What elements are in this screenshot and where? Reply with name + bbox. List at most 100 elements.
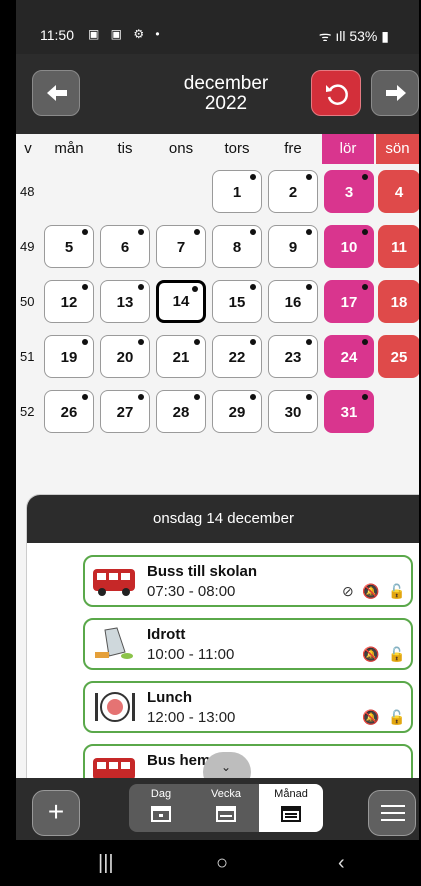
day-cell[interactable]: 15 [212,280,262,323]
day-number: 31 [340,404,358,421]
tab-month[interactable]: Månad [259,784,323,832]
hamburger-menu-icon [381,805,405,821]
week-number: 49 [20,239,35,254]
plus-icon: + [47,796,65,827]
add-event-button[interactable]: + [32,790,80,836]
day-cell[interactable]: 28 [156,390,206,433]
day-cell[interactable]: 17 [324,280,374,323]
event-indicator-dot [362,284,368,290]
day-number: 6 [120,239,130,256]
weekday-sat: lör [322,134,374,164]
day-number: 1 [232,184,242,201]
event-indicator-dot [250,339,256,345]
next-month-button[interactable] [371,70,419,116]
checkmark-icon: ⊘ [342,583,354,599]
day-number: 5 [64,239,74,256]
calendar-week-icon [216,806,236,822]
day-number: 15 [228,294,246,311]
event-indicator-dot [362,174,368,180]
day-cell[interactable]: 4 [378,170,419,213]
reset-to-today-button[interactable] [311,70,361,116]
calendar-month-icon [281,806,301,822]
event-indicator-dot [138,339,144,345]
day-cell[interactable]: 22 [212,335,262,378]
month-header: december 2022 [16,54,419,134]
event-indicator-dot [82,229,88,235]
week-number: 51 [20,349,35,364]
weekday-mon: mån [54,140,84,157]
event-indicator-dot [250,284,256,290]
weekday-wed: ons [168,140,194,157]
alarm-off-icon: 🔕 [362,709,380,725]
week-number: 48 [20,184,35,199]
day-number: 19 [60,349,78,366]
event-indicator-dot [362,394,368,400]
week-number: 52 [20,404,35,419]
day-cell[interactable]: 12 [44,280,94,323]
tab-day[interactable]: Dag [129,784,193,832]
day-cell[interactable]: 3 [324,170,374,213]
day-cell[interactable]: 9 [268,225,318,268]
day-cell[interactable]: 31 [324,390,374,433]
day-cell[interactable]: 26 [44,390,94,433]
event-time: 12:00 - 13:00 [147,709,236,726]
day-cell[interactable]: 7 [156,225,206,268]
day-cell[interactable]: 19 [44,335,94,378]
event-indicator-dot [138,284,144,290]
event-indicator-dot [82,339,88,345]
day-cell[interactable]: 25 [378,335,419,378]
day-number: 26 [60,404,78,421]
day-cell[interactable]: 27 [100,390,150,433]
battery-icon: ▮ [381,28,389,44]
day-cell[interactable]: 23 [268,335,318,378]
day-cell[interactable]: 10 [324,225,374,268]
tab-label: Månad [274,788,308,800]
day-cell[interactable]: 18 [378,280,419,323]
event-title: Buss till skolan [147,563,258,580]
day-cell[interactable]: 20 [100,335,150,378]
event-indicator-dot [82,394,88,400]
day-cell[interactable]: 30 [268,390,318,433]
event-card[interactable]: Idrott 10:00 - 11:00 🔕 🔓 [83,618,413,670]
back-icon[interactable]: ‹ [338,852,345,875]
day-cell[interactable]: 6 [100,225,150,268]
day-cell[interactable]: 29 [212,390,262,433]
event-card[interactable]: Buss till skolan 07:30 - 08:00 ⊘ 🔕 🔓 [83,555,413,607]
day-cell[interactable]: 1 [212,170,262,213]
day-cell[interactable]: 5 [44,225,94,268]
event-card[interactable]: Lunch 12:00 - 13:00 🔕 🔓 [83,681,413,733]
gym-bag-icon [95,627,133,659]
day-number: 27 [116,404,134,421]
event-indicator-dot [194,394,200,400]
day-cell[interactable]: 2 [268,170,318,213]
status-right: ᯤ ıll 53% ▮ [319,27,389,46]
home-icon[interactable]: ○ [216,852,228,875]
android-nav-bar: ||| ○ ‹ [16,840,419,886]
event-indicator-dot [138,229,144,235]
day-number: 2 [288,184,298,201]
event-indicator-dot [194,229,200,235]
day-number: 21 [172,349,190,366]
day-number: 20 [116,349,134,366]
day-cell[interactable]: 16 [268,280,318,323]
menu-button[interactable] [368,790,416,836]
day-panel: onsdag 14 december Buss till skolan 07:3… [26,494,419,796]
tab-week[interactable]: Vecka [194,784,258,832]
day-cell-today[interactable]: 14 [156,280,206,323]
day-cell[interactable]: 24 [324,335,374,378]
day-cell[interactable]: 8 [212,225,262,268]
event-indicator-dot [250,394,256,400]
day-number: 17 [340,294,358,311]
day-panel-title: onsdag 14 december [27,495,419,543]
day-number: 24 [340,349,358,366]
day-cell[interactable]: 11 [378,225,419,268]
day-cell[interactable]: 13 [100,280,150,323]
recent-apps-icon[interactable]: ||| [98,852,114,875]
event-indicator-dot [306,339,312,345]
day-cell[interactable]: 21 [156,335,206,378]
notification-icons: ▣ ▣ ⚙ • [88,27,164,41]
event-indicator-dot [362,229,368,235]
weekday-tue: tis [117,140,133,157]
previous-month-button[interactable] [32,70,80,116]
day-number: 23 [284,349,302,366]
